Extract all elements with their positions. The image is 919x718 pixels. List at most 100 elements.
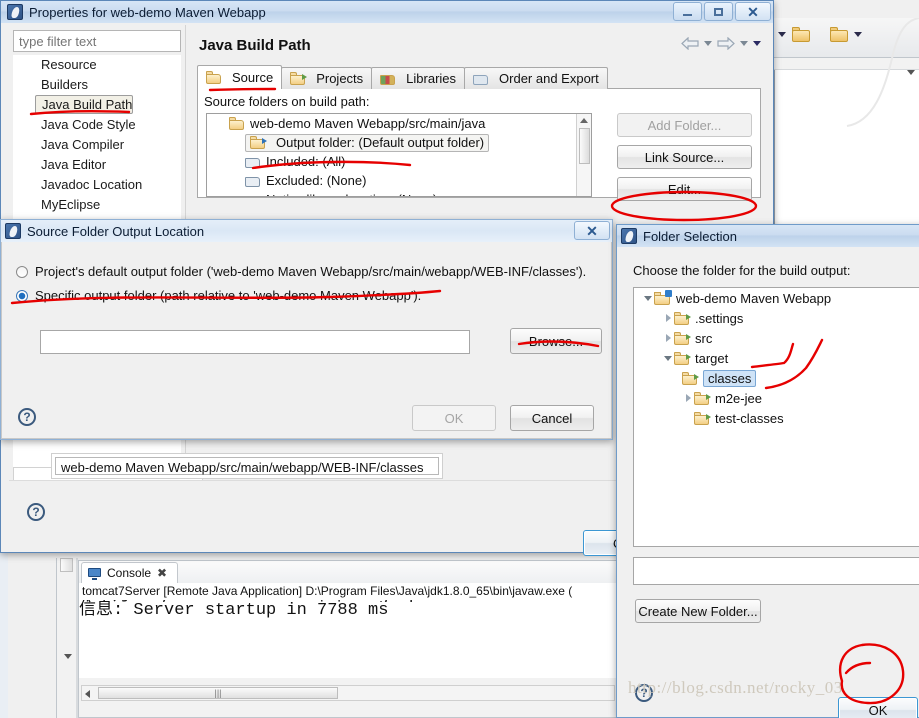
source-folder-output-location-dialog: Source Folder Output Location ✕ Project'… xyxy=(0,219,613,440)
console-vertical-scrollbar[interactable] xyxy=(56,558,78,718)
source-tree-row-excluded-label: Excluded: (None) xyxy=(266,173,367,188)
sidebar-item-javadoc-location[interactable]: Javadoc Location xyxy=(13,175,181,195)
forward-history-caret-icon[interactable] xyxy=(740,41,748,46)
tree-row-m2e-jee[interactable]: m2e-jee xyxy=(634,388,919,408)
page-menu-caret-icon[interactable] xyxy=(753,41,761,46)
source-tree-row-root[interactable]: web-demo Maven Webapp/src/main/java xyxy=(207,114,591,133)
source-tree-row-included-label: Included: (All) xyxy=(266,154,346,169)
tab-projects[interactable]: Projects xyxy=(281,67,373,89)
back-history-caret-icon[interactable] xyxy=(704,41,712,46)
folder-selection-title-bar[interactable]: Folder Selection xyxy=(617,225,919,247)
folder-tree[interactable]: web-demo Maven Webapp .settings src targ… xyxy=(633,287,919,547)
source-output-title-bar[interactable]: Source Folder Output Location ✕ xyxy=(1,220,612,242)
new-folder-icon[interactable] xyxy=(830,27,848,42)
tree-row-settings[interactable]: .settings xyxy=(634,308,919,328)
forward-arrow-icon[interactable] xyxy=(717,37,735,50)
expander-open-icon[interactable] xyxy=(642,295,654,301)
default-output-folder-field[interactable]: web-demo Maven Webapp/src/main/webapp/WE… xyxy=(51,453,443,479)
source-tree-row-native-library[interactable]: Native library location: (None) xyxy=(207,190,591,196)
add-folder-button[interactable]: Add Folder... xyxy=(617,113,752,137)
scroll-thumb[interactable] xyxy=(579,128,590,164)
sidebar-item-java-build-path[interactable]: Java Build Path xyxy=(35,95,134,114)
ok-button[interactable]: OK xyxy=(412,405,496,431)
radio-icon-checked[interactable] xyxy=(16,290,28,302)
tab-order-and-export[interactable]: Order and Export xyxy=(464,67,608,89)
tab-source[interactable]: Source xyxy=(197,65,283,89)
scroll-left-arrow-icon[interactable] xyxy=(85,690,90,698)
tab-console-label: Console xyxy=(107,566,152,580)
sidebar-item-builders[interactable]: Builders xyxy=(13,75,181,95)
expander-closed-icon[interactable] xyxy=(662,334,674,342)
chevron-down-icon[interactable] xyxy=(778,32,786,37)
tree-row-classes[interactable]: classes xyxy=(634,368,919,388)
folder-icon xyxy=(674,351,691,365)
folder-icon xyxy=(694,391,711,405)
console-output[interactable]: 十二月 18, 2016 1:01:19 下午 org.apache.cata … xyxy=(79,600,617,678)
expander-closed-icon[interactable] xyxy=(662,314,674,322)
console-horizontal-scrollbar[interactable]: ||| xyxy=(81,685,615,701)
tab-libraries[interactable]: Libraries xyxy=(371,67,466,89)
editor-toolbar xyxy=(774,18,919,58)
create-new-folder-button[interactable]: Create New Folder... xyxy=(635,599,761,623)
help-icon[interactable]: ? xyxy=(18,408,36,426)
console-monitor-icon xyxy=(88,567,101,580)
console-launch-header: tomcat7Server [Remote Java Application] … xyxy=(79,583,617,600)
scroll-up-arrow-icon[interactable] xyxy=(580,118,588,123)
expander-open-icon[interactable] xyxy=(662,355,674,361)
close-icon[interactable]: ✕ xyxy=(574,221,610,240)
help-icon[interactable]: ? xyxy=(27,503,45,521)
tree-row-test-classes[interactable]: test-classes xyxy=(634,408,919,428)
properties-title: Properties for web-demo Maven Webapp xyxy=(29,4,266,20)
build-path-tabfolder: Source Projects Libraries Order and Expo… xyxy=(197,65,761,225)
filter-input[interactable] xyxy=(13,30,181,52)
sidebar-item-java-compiler[interactable]: Java Compiler xyxy=(13,135,181,155)
close-tab-icon[interactable]: ✖ xyxy=(157,566,167,580)
expander-closed-icon[interactable] xyxy=(682,394,694,402)
browse-button[interactable]: Browse... xyxy=(510,328,602,354)
libraries-icon xyxy=(380,72,396,85)
source-output-body: Project's default output folder ('web-de… xyxy=(1,242,612,439)
back-arrow-icon[interactable] xyxy=(681,37,699,50)
tree-row-src[interactable]: src xyxy=(634,328,919,348)
source-tab-panel: Source folders on build path: web-demo M… xyxy=(197,88,761,201)
source-tree-row-included[interactable]: Included: (All) xyxy=(207,152,591,171)
source-list-scrollbar[interactable] xyxy=(576,114,591,196)
link-source-button[interactable]: Link Source... xyxy=(617,145,752,169)
console-view: Console ✖ tomcat7Server [Remote Java App… xyxy=(78,560,618,718)
minimize-icon[interactable] xyxy=(673,2,702,21)
folder-selection-ok-button[interactable]: OK xyxy=(838,697,918,718)
sidebar-item-myeclipse[interactable]: MyEclipse xyxy=(13,195,181,215)
maximize-icon[interactable] xyxy=(704,2,733,21)
help-icon[interactable]: ? xyxy=(635,684,653,702)
sidebar-item-java-editor[interactable]: Java Editor xyxy=(13,155,181,175)
editor-scroll-down-arrow[interactable] xyxy=(907,70,915,75)
default-output-folder-value[interactable]: web-demo Maven Webapp/src/main/webapp/WE… xyxy=(55,457,439,475)
folder-selection-title: Folder Selection xyxy=(643,228,737,244)
tree-row-target[interactable]: target xyxy=(634,348,919,368)
radio-project-default-output[interactable]: Project's default output folder ('web-de… xyxy=(16,264,586,279)
source-folders-list[interactable]: web-demo Maven Webapp/src/main/java Outp… xyxy=(206,113,592,197)
source-tree-row-excluded[interactable]: Excluded: (None) xyxy=(207,171,591,190)
cancel-button[interactable]: Cancel xyxy=(510,405,594,431)
tab-console[interactable]: Console ✖ xyxy=(81,562,179,583)
radio-specific-output[interactable]: Specific output folder (path relative to… xyxy=(16,288,421,303)
folder-selection-prompt: Choose the folder for the build output: xyxy=(633,263,851,278)
edit-button[interactable]: Edit... xyxy=(617,177,752,201)
console-line-2: 信息: Server startup in 7788 ms xyxy=(79,601,389,620)
sidebar-item-resource[interactable]: Resource xyxy=(13,55,181,75)
tree-row-web-demo-maven-webapp[interactable]: web-demo Maven Webapp xyxy=(634,288,919,308)
close-icon[interactable]: ✕ xyxy=(735,2,771,21)
properties-title-bar[interactable]: Properties for web-demo Maven Webapp ✕ xyxy=(1,1,773,23)
sidebar-item-java-code-style[interactable]: Java Code Style xyxy=(13,115,181,135)
specific-output-folder-input[interactable] xyxy=(40,330,470,354)
tree-row-web-demo-maven-webapp-label: web-demo Maven Webapp xyxy=(676,290,832,306)
chevron-down-icon-2[interactable] xyxy=(854,32,862,37)
folder-selection-dialog: Folder Selection Choose the folder for t… xyxy=(616,224,919,718)
selected-folder-path-field[interactable] xyxy=(633,557,919,585)
open-folder-icon[interactable] xyxy=(792,27,810,42)
radio-specific-output-label: Specific output folder (path relative to… xyxy=(35,288,422,303)
scroll-thumb[interactable]: ||| xyxy=(98,687,338,699)
radio-icon-unchecked[interactable] xyxy=(16,266,28,278)
source-tree-row-output-folder[interactable]: Output folder: (Default output folder) xyxy=(207,133,591,152)
order-export-icon xyxy=(473,72,489,85)
